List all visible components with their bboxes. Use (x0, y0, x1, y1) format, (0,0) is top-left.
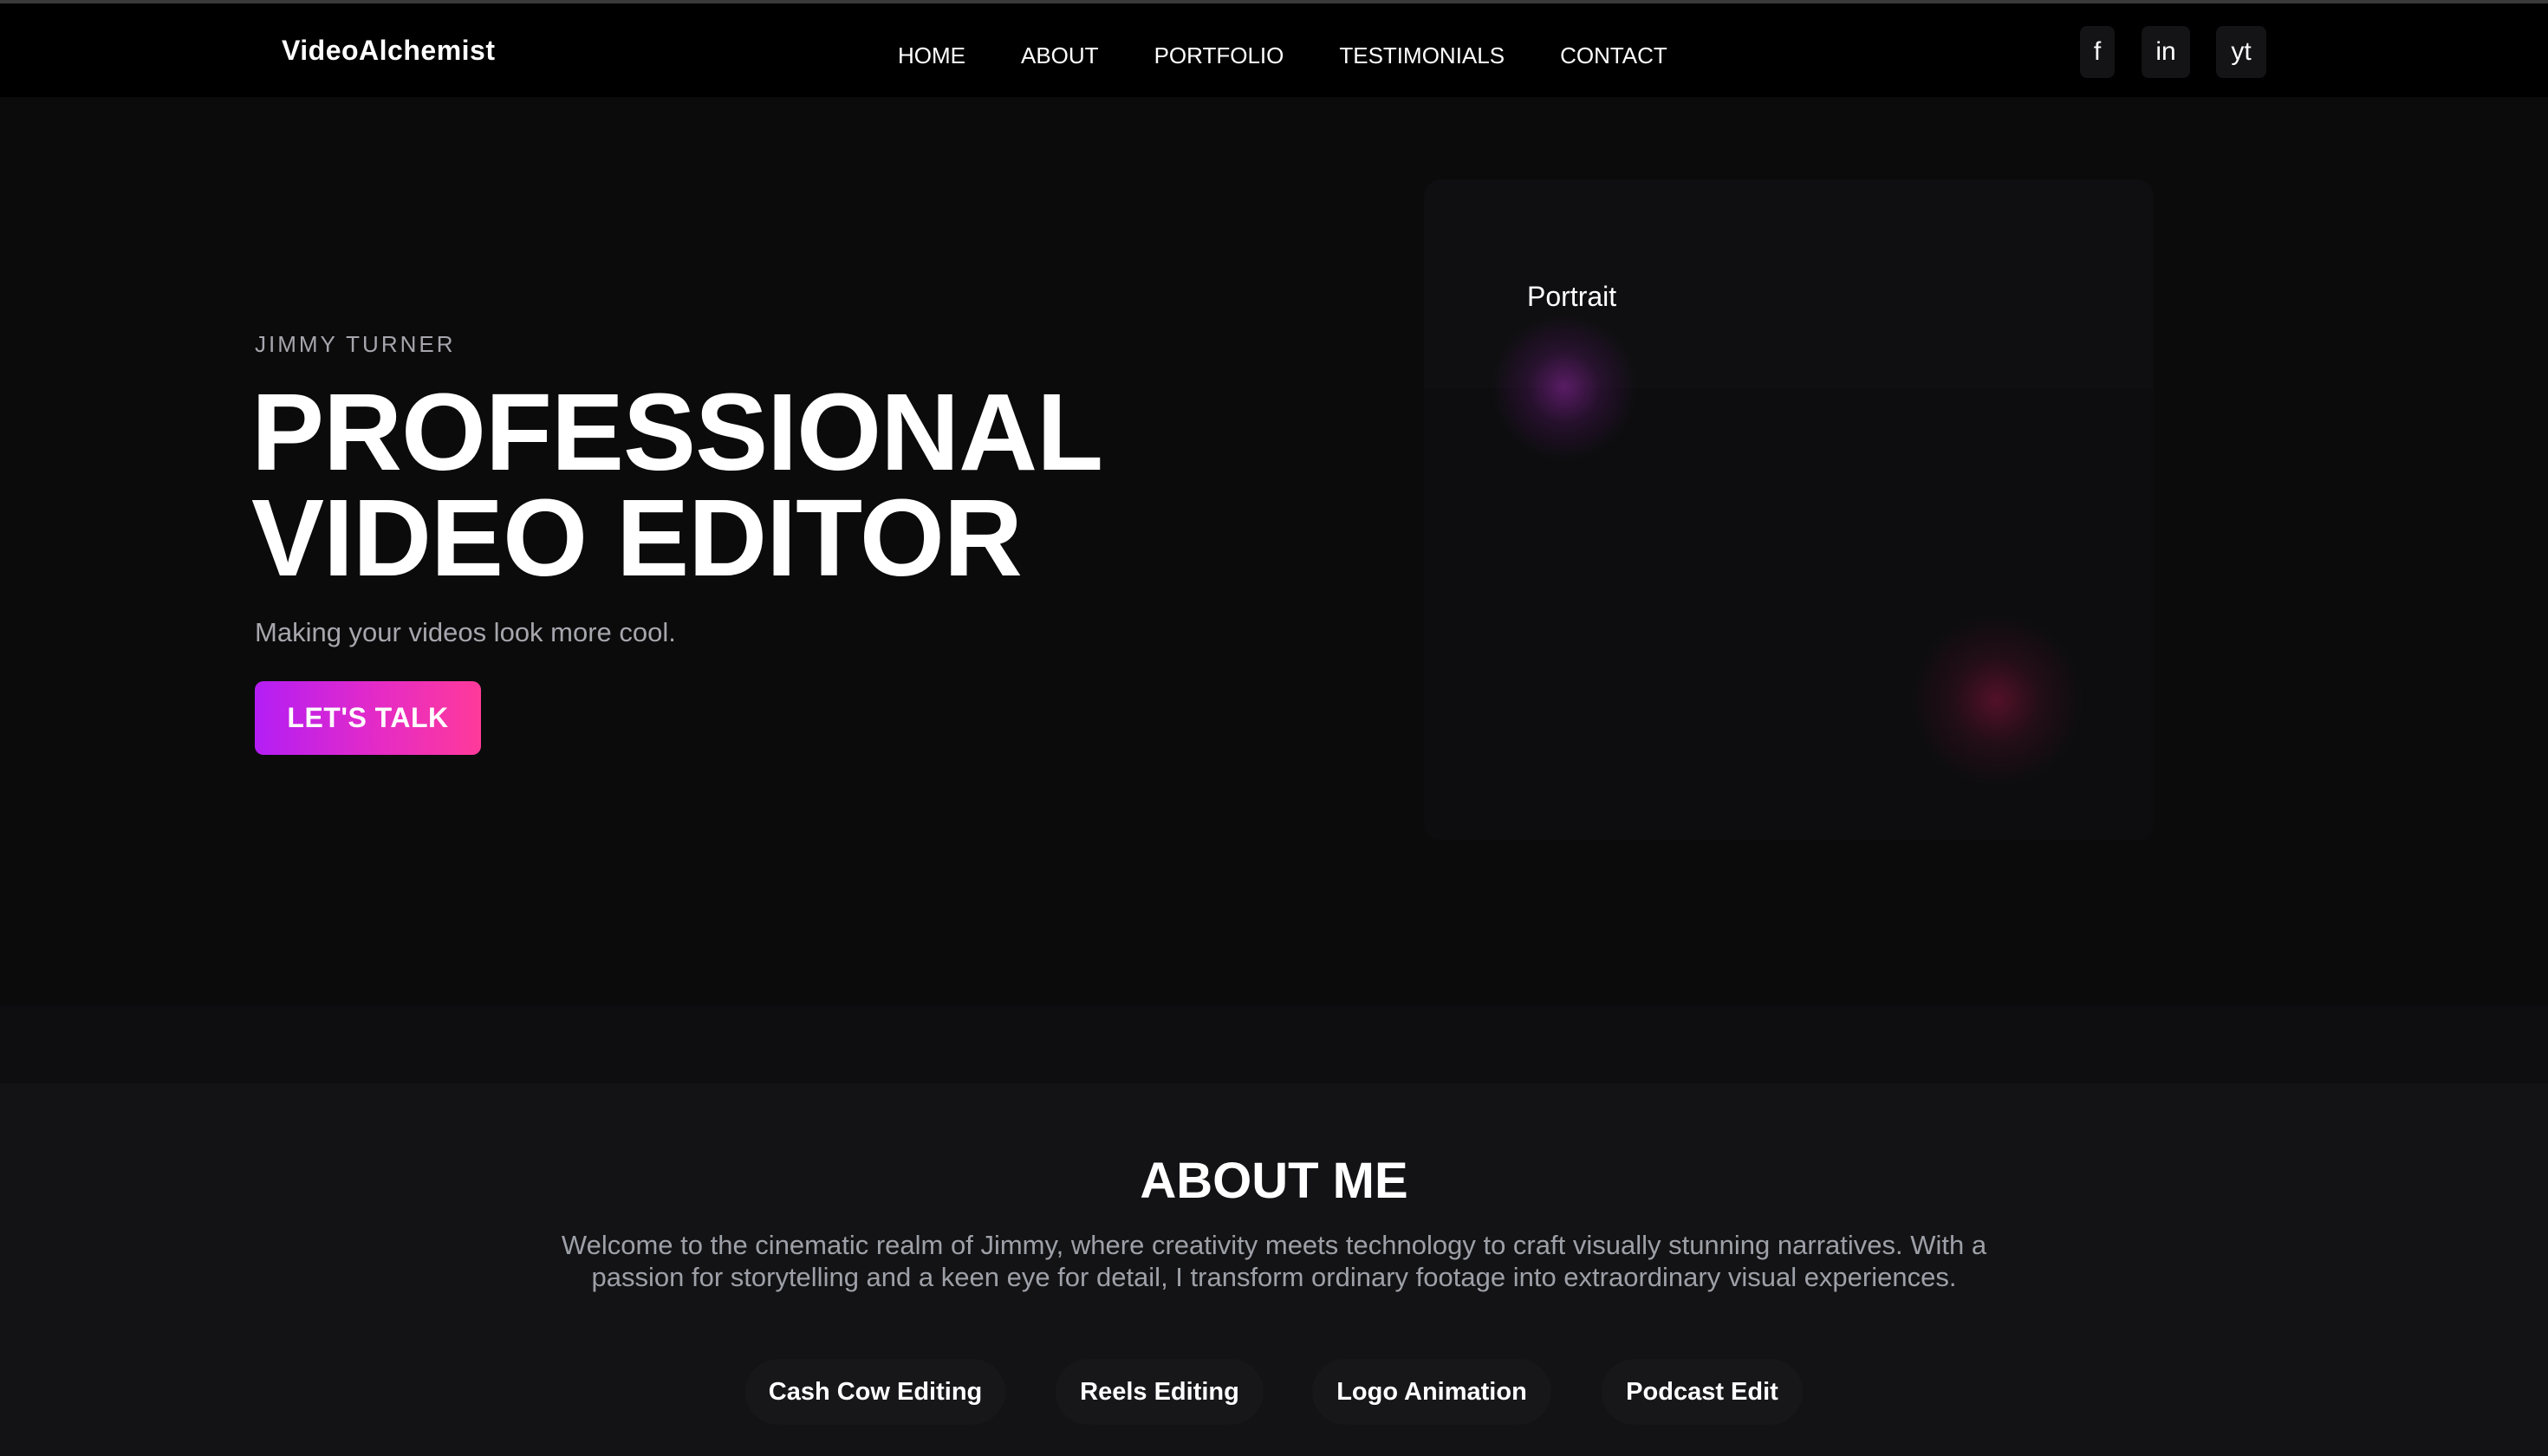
nav-link-testimonials[interactable]: TESTIMONIALS (1339, 38, 1505, 73)
hero-subtitle: Making your videos look more cool. (255, 617, 676, 647)
portrait-label: Portrait (1527, 281, 1617, 312)
brand-logo[interactable]: VideoAlchemist (282, 33, 495, 68)
nav-link-home[interactable]: HOME (898, 38, 965, 73)
hero-section: JIMMY TURNER PROFESSIONAL VIDEO EDITOR M… (0, 97, 2548, 1005)
about-text: Welcome to the cinematic realm of Jimmy,… (561, 1230, 1987, 1292)
nav-link-portfolio[interactable]: PORTFOLIO (1154, 38, 1284, 73)
hero-title-line-1: PROFESSIONAL (251, 371, 1103, 493)
service-pill-podcast: Podcast Edit (1602, 1359, 1803, 1425)
services-list: Cash Cow Editing Reels Editing Logo Anim… (0, 1359, 2548, 1425)
nav-link-contact[interactable]: CONTACT (1560, 38, 1667, 73)
navbar: VideoAlchemist HOME ABOUT PORTFOLIO TEST… (0, 3, 2548, 97)
linkedin-icon[interactable]: in (2142, 26, 2190, 78)
lets-talk-button[interactable]: LET'S TALK (255, 681, 481, 755)
service-pill-reels: Reels Editing (1056, 1359, 1264, 1425)
hero-eyebrow: JIMMY TURNER (255, 331, 456, 357)
facebook-icon[interactable]: f (2080, 26, 2115, 78)
portrait-card: Portrait (1425, 180, 2153, 839)
section-divider (0, 1005, 2548, 1083)
hero-title: PROFESSIONAL VIDEO EDITOR (251, 371, 1103, 599)
service-pill-cash-cow: Cash Cow Editing (745, 1359, 1005, 1425)
about-title: ABOUT ME (1140, 1153, 1408, 1209)
purple-glow (1491, 314, 1638, 461)
nav-link-about[interactable]: ABOUT (1021, 38, 1099, 73)
about-section: ABOUT ME Welcome to the cinematic realm … (0, 1083, 2548, 1456)
red-glow (1910, 614, 2083, 787)
service-pill-logo-animation: Logo Animation (1312, 1359, 1551, 1425)
social-links: f in yt (2080, 26, 2266, 78)
hero-title-line-2: VIDEO EDITOR (251, 477, 1023, 599)
nav-links: HOME ABOUT PORTFOLIO TESTIMONIALS CONTAC… (898, 38, 1667, 73)
page: VideoAlchemist HOME ABOUT PORTFOLIO TEST… (0, 0, 2548, 1456)
youtube-icon[interactable]: yt (2216, 26, 2266, 78)
